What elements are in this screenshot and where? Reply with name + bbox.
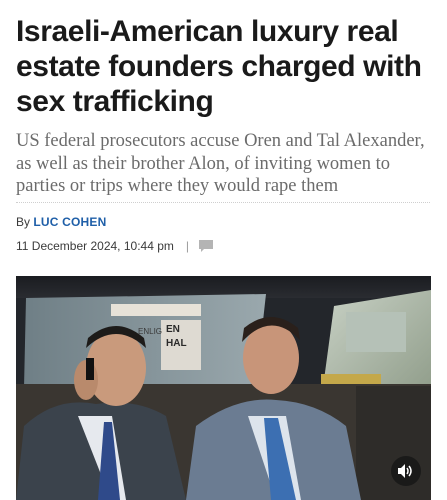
publish-date: 11 December 2024, 10:44 pm [16,239,174,253]
article-page: Israeli-American luxury real estate foun… [0,0,447,500]
article-standfirst: US federal prosecutors accuse Oren and T… [16,131,425,196]
photo-illustration: ENLIG EN HAL [16,276,431,500]
sign-text-2: EN [166,324,180,335]
byline: By LUC COHEN [16,215,107,229]
divider [16,202,430,203]
sign-text-1: ENLIG [138,327,162,336]
sign-text-3: HAL [166,338,187,349]
byline-prefix: By [16,215,31,229]
comment-icon[interactable] [199,240,213,252]
article-meta: 11 December 2024, 10:44 pm | [16,239,213,253]
article-photo: ENLIG EN HAL [16,276,431,500]
speaker-icon [398,464,412,478]
article-headline: Israeli-American luxury real estate foun… [16,15,422,118]
meta-separator: | [185,239,189,253]
author-link[interactable]: LUC COHEN [33,215,106,229]
audio-toggle-button[interactable] [391,456,421,486]
